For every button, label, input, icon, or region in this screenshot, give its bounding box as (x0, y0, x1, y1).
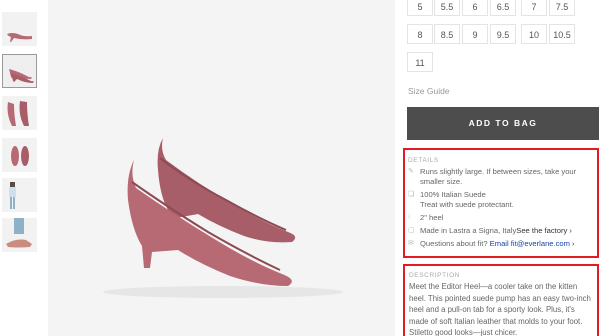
size-button-7-5[interactable]: 7.5 (549, 0, 575, 16)
chevron-right-icon: › (571, 239, 575, 248)
heel-detail-row: ⁝ 2" heel (408, 213, 593, 223)
size-button-5-5[interactable]: 5.5 (434, 0, 460, 16)
size-button-8-5[interactable]: 8.5 (434, 24, 460, 44)
shoe-pair-thumb-image (9, 69, 34, 83)
size-button-5[interactable]: 5 (407, 0, 433, 16)
fit-question-text: Questions about fit? Email fit@everlane.… (420, 239, 575, 249)
care-text: Treat with suede protectant. (420, 200, 514, 209)
description-section: DESCRIPTION Meet the Editor Heel—a coole… (403, 264, 599, 336)
factory-icon: ▢ (408, 227, 415, 234)
origin-detail-text: Made in Lastra a Signa, ItalySee the fac… (420, 226, 572, 236)
description-heading: DESCRIPTION (409, 272, 461, 279)
origin-text: Made in Lastra a Signa, Italy (420, 226, 517, 235)
material-text: 100% Italian Suede (420, 190, 486, 199)
size-button-6-5[interactable]: 6.5 (490, 0, 516, 16)
thumbnail-front-view[interactable] (2, 138, 37, 172)
measure-icon: ⁝ (408, 214, 411, 221)
thumbnail-worn-view[interactable] (2, 218, 37, 252)
size-button-8[interactable]: 8 (407, 24, 433, 44)
main-product-image (48, 0, 395, 336)
description-text: Meet the Editor Heel—a cooler take on th… (409, 282, 591, 336)
size-button-6[interactable]: 6 (462, 0, 488, 16)
worn-shoe-thumb-image (6, 218, 32, 248)
fit-question-label: Questions about fit? (420, 239, 488, 248)
size-button-10-5[interactable]: 10.5 (549, 24, 575, 44)
fit-question-row: ✉ Questions about fit? Email fit@everlan… (408, 239, 593, 249)
model-thumb-image (9, 182, 16, 209)
size-button-10[interactable]: 10 (521, 24, 547, 44)
size-guide-link[interactable]: Size Guide (408, 86, 450, 96)
thumbnail-side-view[interactable] (2, 12, 37, 46)
size-button-9-5[interactable]: 9.5 (490, 24, 516, 44)
heel-detail-text: 2" heel (420, 213, 444, 222)
details-section: DETAILS ✎ Runs slightly large. If betwee… (403, 148, 599, 258)
material-detail-text: 100% Italian Suede Treat with suede prot… (420, 190, 514, 210)
ruler-icon: ✎ (408, 168, 414, 175)
shoe-shadow (103, 286, 343, 298)
chevron-right-icon: › (569, 226, 572, 235)
shoe-pair-image (103, 138, 343, 298)
origin-detail-row: ▢ Made in Lastra a Signa, ItalySee the f… (408, 226, 593, 236)
fabric-icon: ❏ (408, 191, 415, 198)
fit-detail-text: Runs slightly large. If between sizes, t… (420, 167, 577, 186)
details-heading: DETAILS (408, 157, 439, 164)
size-button-9[interactable]: 9 (462, 24, 488, 44)
see-factory-link[interactable]: See the factory (516, 226, 567, 235)
shoe-top-thumb-image (7, 101, 29, 126)
thumbnail-model-view[interactable] (2, 178, 37, 212)
fit-detail-row: ✎ Runs slightly large. If between sizes,… (408, 167, 593, 187)
size-button-7[interactable]: 7 (521, 0, 547, 16)
thumbnail-list (0, 0, 42, 336)
thumbnail-top-view[interactable] (2, 96, 37, 130)
thumbnail-pair-view[interactable] (2, 54, 37, 88)
email-link[interactable]: Email fit@everlane.com (490, 239, 570, 248)
shoe-front-thumb-image (11, 146, 29, 166)
shoe-side-thumb-image (7, 33, 32, 42)
material-detail-row: ❏ 100% Italian Suede Treat with suede pr… (408, 190, 593, 210)
add-to-bag-button[interactable]: ADD TO BAG (407, 107, 599, 140)
size-button-11[interactable]: 11 (407, 52, 433, 72)
mail-icon: ✉ (408, 240, 414, 247)
